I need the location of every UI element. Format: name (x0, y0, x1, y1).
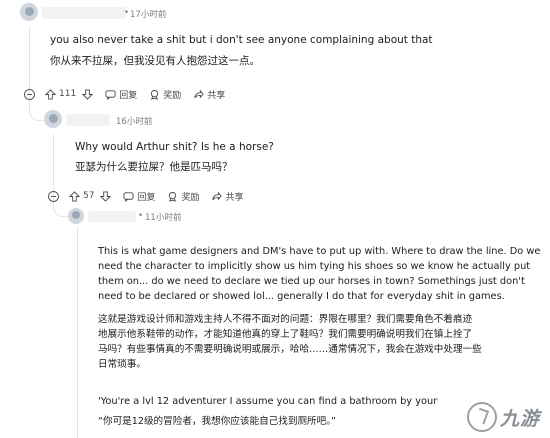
downvote-button[interactable] (82, 88, 94, 100)
collapse-icon[interactable] (48, 190, 59, 202)
comment-actions: 57 回复 奖励 共享 (48, 188, 256, 204)
comment-paragraph-zh: 这就是游戏设计师和游戏主持人不得不面对的问题：界限在哪里？我们需要角色不着痕迹 … (98, 312, 543, 372)
watermark-logo-icon (466, 402, 497, 432)
upvote-icon (45, 88, 56, 100)
vote-count: 57 (83, 191, 95, 201)
avatar[interactable] (20, 3, 38, 21)
award-button[interactable]: 奖励 (167, 190, 199, 203)
comment-body-zh: 亚瑟为什么要拉屎？他是匹马吗？ (75, 161, 233, 173)
share-icon (212, 191, 223, 200)
comment-icon (105, 89, 116, 100)
downvote-icon (82, 88, 94, 100)
text-line: 地展示他系鞋带的动作，才能知道他真的穿上了鞋吗？我们需要明确说明我们在镇上拴了 (98, 329, 473, 340)
meta-separator: • (138, 211, 144, 221)
meta-separator: • (124, 8, 130, 18)
comment-icon (123, 191, 134, 202)
upvote-button[interactable]: 111 (45, 88, 77, 100)
share-icon (194, 89, 204, 98)
text-line: need to be declared or showed lol... gen… (98, 291, 505, 302)
comment-quote-zh: “你可是12级的冒险者，我想你应该能自己找到厕所吧。” (98, 416, 337, 427)
watermark-text: 九游 (499, 407, 540, 430)
comment-timestamp: 17小时前 (130, 10, 167, 20)
text-line: 这就是游戏设计师和游戏主持人不得不面对的问题：界限在哪里？我们需要角色不着痕迹 (98, 314, 473, 325)
username-redacted[interactable] (66, 114, 110, 126)
thread-line-3 (77, 226, 78, 438)
comment-body-en: Why would Arthur shit? Is he a horse? (75, 141, 274, 153)
award-icon (151, 89, 159, 100)
comment-timestamp: 11小时前 (145, 213, 182, 223)
reply-button[interactable]: 回复 (105, 88, 137, 101)
avatar[interactable] (68, 208, 84, 224)
share-button[interactable]: 共享 (211, 190, 244, 203)
award-icon (169, 191, 177, 202)
collapse-icon[interactable] (24, 88, 35, 100)
vote-count: 111 (59, 89, 77, 99)
text-line: This is what game designers and DM's hav… (98, 246, 541, 257)
site-watermark: 九游 (466, 402, 540, 432)
comment-timestamp: 16小时前 (116, 117, 153, 127)
upvote-icon (69, 190, 80, 202)
comment-paragraph-en: This is what game designers and DM's hav… (98, 244, 543, 304)
username-redacted[interactable] (88, 211, 136, 222)
reply-button[interactable]: 回复 (123, 190, 155, 203)
username-redacted[interactable] (42, 7, 126, 19)
downvote-button[interactable] (100, 190, 112, 202)
comment-quote-en: 'You're a lvl 12 adventurer I assume you… (98, 396, 438, 407)
text-line: 日常琐事。 (98, 359, 146, 370)
comment-body-en: you also never take a shit but i don't s… (50, 34, 433, 46)
text-line: 马吗？有些事情真的不需要明确说明或展示，哈哈……通常情况下，我会在游戏中处理一些 (98, 344, 482, 355)
thread-line-2 (53, 134, 54, 194)
award-button[interactable]: 奖励 (149, 88, 181, 101)
text-line: need the character to implicitly show us… (98, 261, 531, 272)
downvote-icon (100, 190, 112, 202)
avatar[interactable] (44, 110, 62, 128)
comment-actions: 111 回复 奖励 共享 (24, 86, 237, 102)
comment-body-zh: 你从来不拉屎，但我没见有人抱怨过这一点。 (50, 55, 260, 67)
upvote-button[interactable]: 57 (69, 190, 95, 202)
share-button[interactable]: 共享 (193, 88, 225, 101)
text-line: them on... do we need to declare we tied… (98, 276, 525, 287)
